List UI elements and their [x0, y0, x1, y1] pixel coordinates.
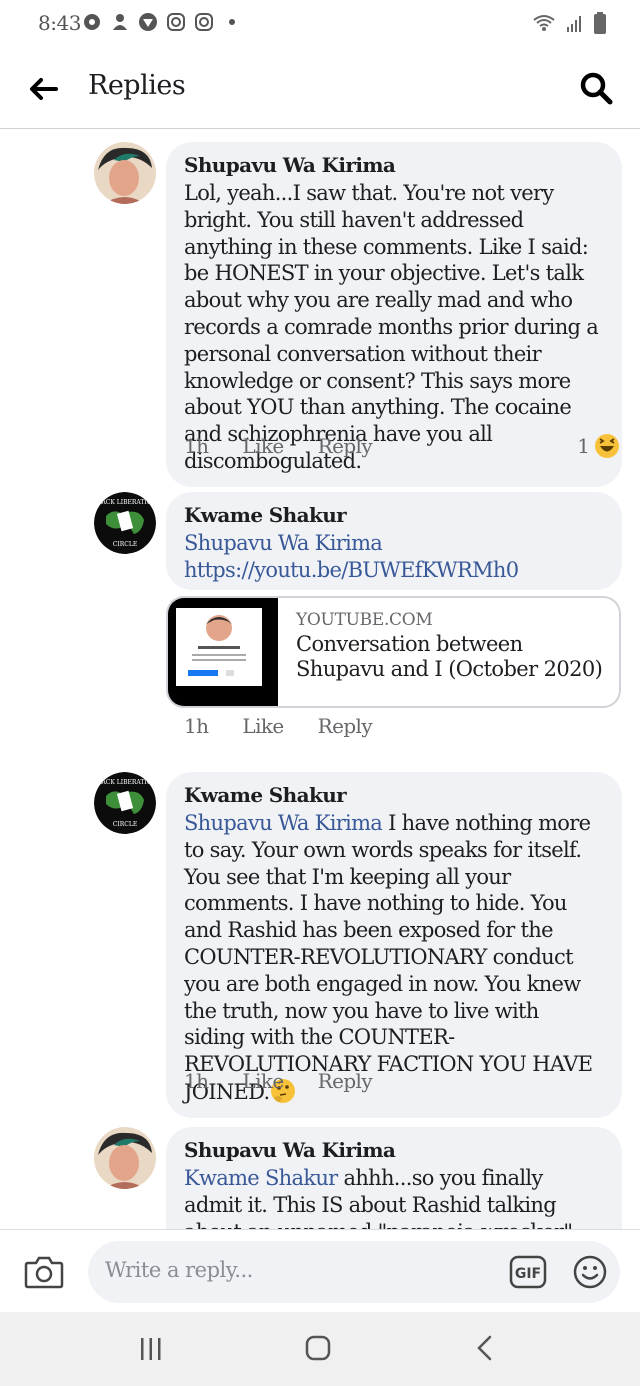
- reaction-summary[interactable]: 1: [577, 433, 620, 459]
- avatar[interactable]: [94, 142, 156, 204]
- video-thumbnail: [168, 598, 278, 706]
- reply-composer: Write a reply... GIF: [0, 1229, 640, 1313]
- mention-link[interactable]: Shupavu Wa Kirima: [184, 811, 383, 835]
- cellular-signal-icon: [567, 16, 581, 32]
- smiley-icon[interactable]: [572, 1254, 608, 1290]
- reply-placeholder: Write a reply...: [105, 1258, 253, 1282]
- instagram-notification-icon: [195, 13, 213, 31]
- instagram-notification-icon: [167, 13, 185, 31]
- comment-author[interactable]: Kwame Shakur: [184, 502, 604, 528]
- comment-body: I have nothing more to say. Your own wor…: [184, 811, 593, 1104]
- comment-actions: 1h Like Reply: [184, 434, 406, 458]
- thumbnail-image: [176, 608, 262, 686]
- recent-apps-icon[interactable]: [138, 1336, 164, 1362]
- page-title: Replies: [88, 70, 186, 101]
- mention-link[interactable]: Shupavu Wa Kirima: [184, 530, 604, 557]
- svg-text:GIF: GIF: [515, 1266, 541, 1282]
- avatar-image: [94, 142, 156, 204]
- comment-bubble: Shupavu Wa Kirima Kwame Shakur ahhh...so…: [166, 1127, 622, 1229]
- system-status-icons: [532, 12, 606, 34]
- avatar[interactable]: BLACK LIBERATION CIRCLE: [94, 772, 156, 834]
- settings-notification-icon: [84, 14, 100, 30]
- like-button[interactable]: Like: [242, 714, 284, 738]
- wifi-icon: [533, 15, 555, 31]
- search-icon[interactable]: [578, 70, 614, 106]
- like-button[interactable]: Like: [242, 434, 284, 458]
- like-button[interactable]: Like: [242, 1069, 284, 1093]
- comment-actions: 1h Like Reply: [184, 1069, 406, 1093]
- comment-bubble: Kwame Shakur Shupavu Wa Kirima I have no…: [166, 772, 622, 1118]
- comment-time: 1h: [184, 714, 209, 738]
- comment-time: 1h: [184, 1069, 209, 1093]
- comment-text: Lol, yeah...I saw that. You're not very …: [184, 181, 599, 473]
- avatar-image: [94, 1127, 156, 1189]
- back-icon[interactable]: [474, 1334, 496, 1362]
- arrow-left-icon[interactable]: [26, 72, 60, 106]
- reply-button[interactable]: Reply: [318, 434, 373, 458]
- comment-time: 1h: [184, 434, 209, 458]
- comment-bubble: Kwame Shakur Shupavu Wa Kirima https://y…: [166, 492, 622, 590]
- url-link[interactable]: https://youtu.be/BUWEfKWRMh0: [184, 557, 604, 584]
- comment-actions: 1h Like Reply: [184, 714, 406, 738]
- notification-icons: [82, 12, 242, 32]
- comment-author[interactable]: Kwame Shakur: [184, 782, 604, 808]
- camera-icon[interactable]: [24, 1254, 64, 1290]
- more-notifications-dot-icon: [229, 19, 235, 25]
- black-liberation-circle-logo: BLACK LIBERATION CIRCLE: [94, 772, 156, 834]
- comment-text: Shupavu Wa Kirima I have nothing more to…: [184, 810, 604, 1106]
- status-time: 8:43: [38, 11, 81, 35]
- person-notification-icon: [113, 14, 127, 30]
- reaction-count: 1: [577, 434, 590, 458]
- avatar[interactable]: BLACK LIBERATION CIRCLE: [94, 492, 156, 554]
- gif-button[interactable]: GIF: [509, 1255, 547, 1289]
- svg-text:BLACK LIBERATION: BLACK LIBERATION: [94, 499, 156, 506]
- svg-text:CIRCLE: CIRCLE: [113, 821, 137, 828]
- vpn-notification-icon: [139, 13, 157, 31]
- link-title: Conversation between Shupavu and I (Octo…: [296, 632, 603, 681]
- mention-link[interactable]: Kwame Shakur: [184, 1166, 338, 1190]
- home-icon[interactable]: [304, 1334, 332, 1362]
- black-liberation-circle-logo: BLACK LIBERATION CIRCLE: [94, 492, 156, 554]
- status-bar: 8:43: [0, 0, 640, 48]
- avatar[interactable]: [94, 1127, 156, 1189]
- link-domain: YOUTUBE.COM: [296, 610, 433, 630]
- link-preview-card[interactable]: YOUTUBE.COM Conversation between Shupavu…: [166, 596, 621, 708]
- system-navigation-bar: [0, 1312, 640, 1386]
- reply-button[interactable]: Reply: [318, 1069, 373, 1093]
- comment-text: Kwame Shakur ahhh...so you finally admit…: [184, 1165, 604, 1229]
- comment-author[interactable]: Shupavu Wa Kirima: [184, 1137, 604, 1163]
- haha-emoji-icon: [595, 434, 619, 458]
- svg-text:CIRCLE: CIRCLE: [113, 541, 137, 548]
- app-bar: Replies: [0, 48, 640, 129]
- comment-author[interactable]: Shupavu Wa Kirima: [184, 152, 604, 178]
- svg-text:BLACK LIBERATION: BLACK LIBERATION: [94, 779, 156, 786]
- reply-input[interactable]: Write a reply... GIF: [88, 1241, 620, 1303]
- battery-icon: [594, 12, 606, 34]
- reply-button[interactable]: Reply: [318, 714, 373, 738]
